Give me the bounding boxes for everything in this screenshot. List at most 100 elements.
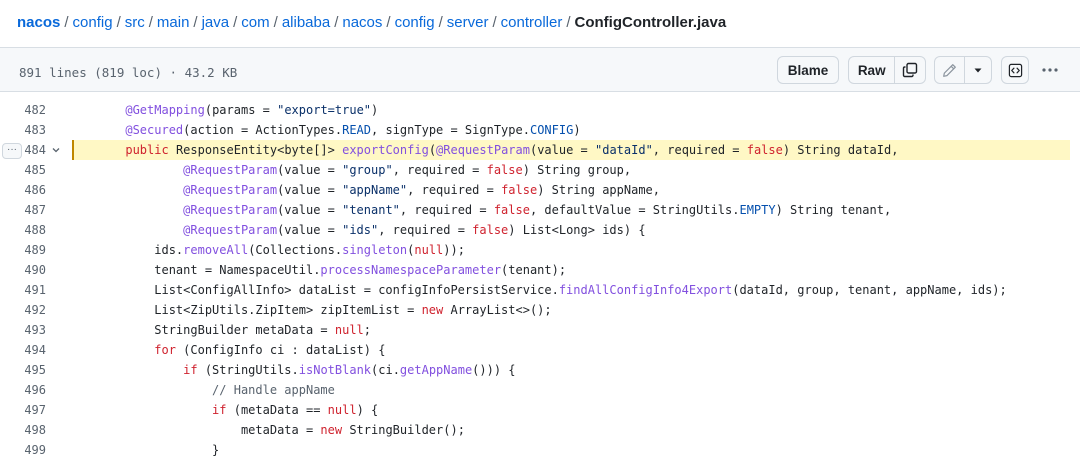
code-line: 483 @Secured(action = ActionTypes.READ, …: [0, 120, 1080, 140]
code-token: if: [212, 403, 227, 417]
edit-group: [934, 56, 992, 84]
blame-button[interactable]: Blame: [777, 56, 839, 84]
code-token: findAllConfigInfo4Export: [558, 283, 733, 297]
code-token: false: [472, 223, 509, 237]
file-info: 891 lines (819 loc) · 43.2 KB: [19, 65, 238, 80]
breadcrumb-link[interactable]: config: [73, 14, 113, 31]
line-number[interactable]: 495: [0, 360, 46, 380]
code-token: (value =: [277, 183, 343, 197]
code-token: if: [183, 363, 198, 377]
breadcrumb-link[interactable]: nacos: [342, 14, 382, 31]
symbols-button[interactable]: [1001, 56, 1029, 84]
line-highlight-marker: [72, 140, 74, 160]
line-number[interactable]: 494: [0, 340, 46, 360]
chevron-down-icon[interactable]: [51, 145, 61, 155]
line-number[interactable]: 499: [0, 440, 46, 459]
code-token: CONFIG: [529, 123, 574, 137]
code-token: ) String tenant,: [775, 203, 892, 217]
code-token: ResponseEntity<byte[]>: [168, 143, 343, 157]
code-token: READ: [342, 123, 372, 137]
code-token: StringBuilder metaData =: [82, 323, 335, 337]
raw-button[interactable]: Raw: [849, 57, 896, 83]
breadcrumb-separator: /: [64, 14, 69, 31]
breadcrumb-link[interactable]: server: [447, 14, 489, 31]
code-token: , signType = SignType.: [371, 123, 530, 137]
code-line: 496 // Handle appName: [0, 380, 1080, 400]
code-token: (action = ActionTypes.: [183, 123, 343, 137]
breadcrumb-link[interactable]: alibaba: [282, 14, 330, 31]
line-number[interactable]: 486: [0, 180, 46, 200]
breadcrumb-link[interactable]: java: [202, 14, 230, 31]
line-number[interactable]: 489: [0, 240, 46, 260]
code-token: "ids": [342, 223, 379, 237]
breadcrumb-link[interactable]: com: [241, 14, 269, 31]
breadcrumb-link[interactable]: nacos: [17, 14, 60, 31]
breadcrumb-path: nacos / config / src / main / java / com / alibaba / n…: [17, 14, 575, 31]
line-number[interactable]: 488: [0, 220, 46, 240]
code-token: // Handle appName: [212, 383, 335, 397]
line-number[interactable]: 483: [0, 120, 46, 140]
code-token: ): [573, 123, 581, 137]
code-token: "appName": [342, 183, 408, 197]
code-token: (ConfigInfo ci : dataList) {: [175, 343, 386, 357]
raw-copy-group: Raw: [848, 56, 926, 84]
code-token: , required =: [652, 143, 747, 157]
breadcrumb-separator: /: [233, 14, 238, 31]
breadcrumb-separator: /: [193, 14, 198, 31]
code-token: @RequestParam: [436, 143, 530, 157]
triangle-down-icon: [974, 68, 982, 73]
code-token: ) List<Long> ids) {: [508, 223, 646, 237]
code-token: false: [501, 183, 538, 197]
line-number[interactable]: 493: [0, 320, 46, 340]
code-text: @RequestParam(value = "group", required …: [82, 160, 631, 180]
code-text: if (StringUtils.isNotBlank(ci.getAppName…: [82, 360, 515, 380]
line-number[interactable]: 496: [0, 380, 46, 400]
line-number[interactable]: 490: [0, 260, 46, 280]
file-toolbar: 891 lines (819 loc) · 43.2 KB Blame Raw: [0, 48, 1080, 92]
code-view[interactable]: 482 @GetMapping(params = "export=true") 4…: [0, 92, 1080, 459]
edit-options-button[interactable]: [965, 57, 991, 83]
breadcrumb-separator: /: [334, 14, 339, 31]
code-line: 487 @RequestParam(value = "tenant", requ…: [0, 200, 1080, 220]
code-text: @GetMapping(params = "export=true"): [82, 100, 378, 120]
code-token: ids.: [82, 243, 184, 257]
code-token: (value =: [529, 143, 595, 157]
more-options-button[interactable]: [1036, 56, 1064, 84]
kebab-horizontal-icon: [1042, 68, 1058, 72]
breadcrumb-link[interactable]: main: [157, 14, 190, 31]
breadcrumb-separator: /: [148, 14, 153, 31]
breadcrumb-link[interactable]: src: [125, 14, 145, 31]
code-token: removeAll: [183, 243, 249, 257]
line-number[interactable]: 484: [0, 140, 46, 160]
breadcrumb-separator: /: [273, 14, 278, 31]
line-number[interactable]: 498: [0, 420, 46, 440]
line-number[interactable]: 497: [0, 400, 46, 420]
line-number[interactable]: 485: [0, 160, 46, 180]
breadcrumb-separator: /: [386, 14, 391, 31]
breadcrumb-link[interactable]: config: [395, 14, 435, 31]
code-text: public ResponseEntity<byte[]> exportConf…: [82, 140, 898, 160]
pencil-icon: [943, 63, 957, 77]
line-number[interactable]: 487: [0, 200, 46, 220]
breadcrumb-link[interactable]: controller: [501, 14, 563, 31]
code-token: , required =: [378, 223, 473, 237]
line-number[interactable]: 491: [0, 280, 46, 300]
code-token: }: [82, 443, 220, 457]
code-token: (StringUtils.: [197, 363, 299, 377]
edit-button[interactable]: [935, 57, 966, 83]
line-number[interactable]: 492: [0, 300, 46, 320]
line-number[interactable]: 482: [0, 100, 46, 120]
code-text: metaData = new StringBuilder();: [82, 420, 465, 440]
code-text: @Secured(action = ActionTypes.READ, sign…: [82, 120, 581, 140]
code-line: 498 metaData = new StringBuilder();: [0, 420, 1080, 440]
breadcrumb-separator: /: [566, 14, 571, 31]
code-token: @RequestParam: [183, 223, 278, 237]
copy-raw-button[interactable]: [895, 57, 925, 83]
code-token: (Collections.: [248, 243, 343, 257]
code-token: (dataId, group, tenant, appName, ids);: [732, 283, 1007, 297]
breadcrumb-file-name: ConfigController.java: [574, 14, 727, 31]
